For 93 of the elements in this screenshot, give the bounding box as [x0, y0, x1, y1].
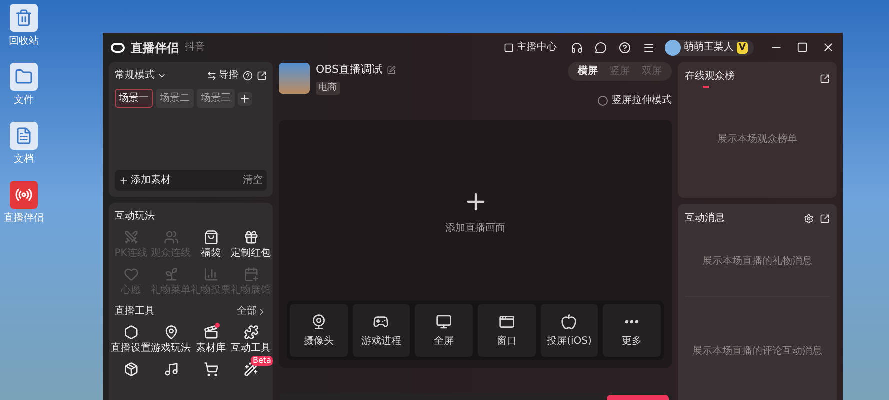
desktop-icon[interactable] [10, 122, 38, 150]
feature-button[interactable]: 福袋 [191, 230, 231, 259]
stream-title: OBS直播调试 [316, 62, 383, 78]
add-material-button[interactable]: 添加素材 [119, 173, 171, 188]
webcam-icon [310, 314, 327, 330]
swap-icon [207, 70, 217, 80]
verified-badge: V [737, 42, 748, 54]
menu-icon[interactable] [643, 42, 656, 54]
scene-tab[interactable]: 场景二 [156, 89, 194, 108]
category-tag: 电商 [316, 82, 340, 95]
app-title: 直播伴侣 [131, 40, 179, 56]
help-icon[interactable] [243, 70, 253, 80]
puzzle-icon [244, 325, 258, 340]
popout-icon[interactable] [257, 70, 267, 80]
source-button[interactable]: 全屏 [415, 304, 473, 357]
sprout-icon [164, 267, 178, 282]
source-button[interactable]: 摄像头 [290, 304, 348, 357]
source-button[interactable]: 窗口 [478, 304, 536, 357]
scene-tab[interactable]: 场景一 [115, 89, 153, 108]
gift-icon [244, 230, 258, 245]
chat-icon[interactable] [595, 42, 608, 54]
user-name: 萌萌王某人 [684, 40, 734, 55]
logo-icon [111, 42, 125, 52]
tool-button[interactable]: 游戏玩法 [151, 325, 191, 354]
desktop-icon[interactable] [10, 4, 38, 32]
desktop-icon[interactable] [10, 181, 38, 209]
desktop-icon-label: 文件 [14, 94, 34, 108]
edit-icon[interactable] [387, 66, 396, 75]
gamepad-icon [373, 314, 390, 330]
popout-icon[interactable] [820, 214, 830, 224]
app-icon [15, 186, 33, 204]
platform-label: 抖音 [185, 40, 205, 55]
mode-dropdown[interactable]: 常规模式 [115, 68, 167, 83]
bag-icon [204, 230, 218, 245]
tool-button[interactable]: 素材库 [191, 325, 231, 354]
hexagon-icon [124, 325, 138, 340]
source-button[interactable]: 游戏进程 [352, 304, 410, 357]
add-scene-label: 添加直播画面 [446, 222, 506, 236]
close-icon[interactable] [822, 41, 835, 54]
apple-icon [561, 314, 578, 330]
avatar [665, 40, 682, 56]
desktop-icon[interactable] [10, 63, 38, 91]
pin-icon [164, 325, 178, 340]
stretch-mode-radio[interactable]: 竖屏拉伸模式 [598, 93, 672, 108]
settings-icon[interactable] [804, 214, 814, 224]
square-icon [504, 42, 514, 52]
tool-button[interactable]: 互动工具 [231, 325, 271, 354]
user-chip[interactable]: 萌萌王某人 V [665, 40, 754, 56]
plus-icon [119, 176, 129, 186]
video-icon [204, 325, 218, 340]
feature-button[interactable]: 定制红包 [231, 230, 271, 259]
headset-icon[interactable] [571, 42, 584, 54]
all-tools-link[interactable]: 全部 [237, 304, 267, 319]
empty-message: 展示本场观众榜单 [718, 132, 798, 147]
empty-message: 展示本场直播的礼物消息 [702, 254, 812, 268]
users-icon [164, 230, 178, 245]
scene-tab[interactable]: 场景三 [197, 89, 235, 108]
desktop-icon-label: 文档 [14, 152, 34, 167]
section-title: 互动玩法 [114, 210, 156, 224]
help-icon[interactable] [619, 42, 632, 54]
desktop-icon-label: 回收站 [9, 34, 39, 49]
tab-underline [703, 86, 709, 88]
clear-button[interactable]: 清空 [243, 173, 263, 188]
desktop-icon-label: 直播伴侣 [4, 212, 44, 226]
calendar-icon [244, 267, 258, 282]
maximize-icon[interactable] [797, 42, 808, 53]
anchor-center-button[interactable]: 主播中心 [504, 40, 558, 55]
swords-icon [124, 230, 138, 245]
source-button[interactable]: 投屏(iOS) [540, 304, 598, 357]
popout-icon[interactable] [820, 74, 830, 84]
wand-icon [244, 362, 258, 377]
orientation-tab[interactable]: 横屏 [572, 64, 604, 79]
source-button[interactable]: 更多 [603, 304, 661, 357]
stream-cover-placeholder [279, 63, 310, 94]
heart-icon [124, 267, 138, 282]
tool-button[interactable]: 直播设置 [111, 325, 151, 354]
add-scene-icon[interactable] [238, 92, 252, 106]
panel-title: 互动消息 [685, 212, 725, 226]
cart-icon [204, 362, 218, 377]
panel-title[interactable]: 在线观众榜 [685, 69, 735, 84]
music-icon [164, 362, 178, 377]
bin-icon [15, 9, 33, 27]
guide-button[interactable]: 导播 [207, 68, 239, 83]
bar-chart-icon [204, 267, 218, 282]
beta-badge: Beta [251, 356, 273, 366]
section-title: 直播工具 [115, 304, 155, 319]
monitor-icon [436, 314, 452, 330]
empty-message: 展示本场直播的评论互动消息 [692, 344, 822, 359]
box-icon [124, 362, 138, 377]
window-icon [498, 314, 515, 330]
document-icon [15, 127, 33, 145]
folder-icon [15, 68, 33, 86]
more-icon [625, 320, 640, 324]
